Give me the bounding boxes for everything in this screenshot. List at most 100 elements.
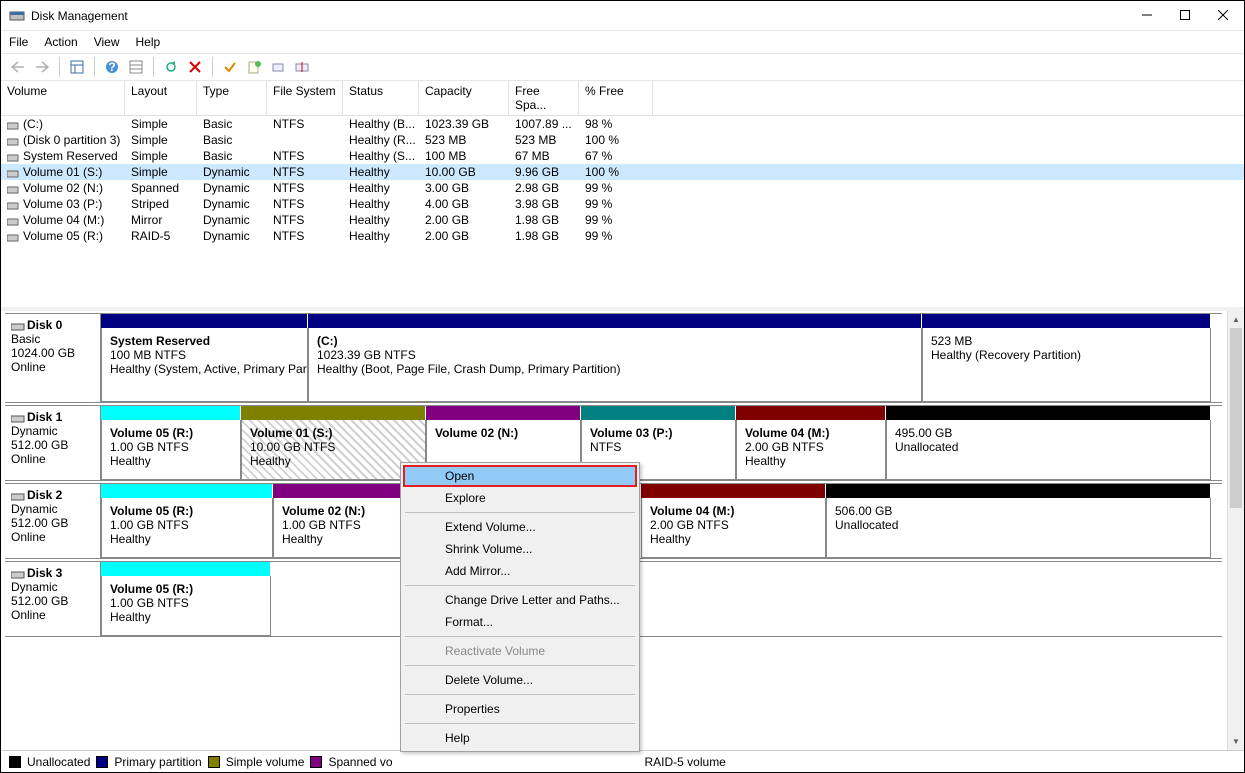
minimize-button[interactable]: [1142, 9, 1152, 23]
volume-row[interactable]: Volume 04 (M:)MirrorDynamicNTFSHealthy2.…: [1, 212, 1244, 228]
partition-box[interactable]: System Reserved100 MB NTFSHealthy (Syste…: [101, 328, 308, 402]
disk-partitions: Volume 05 (R:)1.00 GB NTFSHealthy: [101, 562, 1222, 636]
menu-item-explore[interactable]: Explore: [403, 487, 637, 509]
maximize-button[interactable]: [1180, 9, 1190, 23]
cell-fs: NTFS: [267, 148, 343, 164]
partition-box[interactable]: 506.00 GBUnallocated: [826, 498, 1211, 558]
volume-rows: (C:)SimpleBasicNTFSHealthy (B...1023.39 …: [1, 116, 1244, 244]
cell-layout: Simple: [125, 164, 197, 180]
scroll-up-icon[interactable]: ▲: [1228, 311, 1244, 328]
part-size: 2.00 GB NTFS: [650, 518, 729, 532]
menu-item-help[interactable]: Help: [403, 727, 637, 749]
partition-box[interactable]: Volume 01 (S:)10.00 GB NTFSHealthy: [241, 420, 426, 480]
menu-item-shrink-volume[interactable]: Shrink Volume...: [403, 538, 637, 560]
show-hide-icon[interactable]: [68, 58, 86, 76]
scrollbar-vertical[interactable]: ▲ ▼: [1227, 311, 1244, 750]
disk-state: Online: [11, 530, 46, 544]
menu-item-properties[interactable]: Properties: [403, 698, 637, 720]
disk-label-box[interactable]: Disk 3Dynamic512.00 GBOnline: [5, 562, 101, 636]
menu-view[interactable]: View: [94, 35, 120, 49]
part-size: 1023.39 GB NTFS: [317, 348, 416, 362]
legend-label: Primary partition: [114, 755, 201, 769]
cell-fs: NTFS: [267, 164, 343, 180]
disk-label-box[interactable]: Disk 1Dynamic512.00 GBOnline: [5, 406, 101, 480]
disk-partitions: Volume 05 (R:)1.00 GB NTFSHealthy Volume …: [101, 484, 1222, 558]
part-status: Unallocated: [835, 518, 898, 532]
strip-segment: [826, 484, 1211, 498]
attach-icon[interactable]: [269, 58, 287, 76]
menu-item-add-mirror[interactable]: Add Mirror...: [403, 560, 637, 582]
volume-row[interactable]: Volume 01 (S:)SimpleDynamicNTFSHealthy10…: [1, 164, 1244, 180]
cell-pct: 67 %: [579, 148, 653, 164]
disk-partitions: Volume 05 (R:)1.00 GB NTFSHealthyVolume …: [101, 406, 1222, 480]
menu-help[interactable]: Help: [136, 35, 161, 49]
menu-item-extend-volume[interactable]: Extend Volume...: [403, 516, 637, 538]
cell-layout: Spanned: [125, 180, 197, 196]
partition-box[interactable]: (C:)1023.39 GB NTFSHealthy (Boot, Page F…: [308, 328, 922, 402]
disk-icon: [11, 491, 25, 501]
col-header-volume[interactable]: Volume: [1, 81, 125, 115]
partition-box[interactable]: 523 MBHealthy (Recovery Partition): [922, 328, 1211, 402]
cell-fs: NTFS: [267, 180, 343, 196]
volume-icon: [7, 216, 19, 226]
close-button[interactable]: [1218, 9, 1228, 23]
menu-item-open[interactable]: Open: [403, 465, 637, 487]
col-header-type[interactable]: Type: [197, 81, 267, 115]
refresh-icon[interactable]: [162, 58, 180, 76]
scroll-thumb[interactable]: [1230, 328, 1242, 508]
disk-label-box[interactable]: Disk 0Basic1024.00 GBOnline: [5, 314, 101, 402]
legend-label: Unallocated: [27, 755, 90, 769]
partition-box[interactable]: 495.00 GBUnallocated: [886, 420, 1211, 480]
disk-partitions: System Reserved100 MB NTFSHealthy (Syste…: [101, 314, 1222, 402]
partition-box[interactable]: Volume 04 (M:)2.00 GB NTFSHealthy: [641, 498, 826, 558]
new-icon[interactable]: [245, 58, 263, 76]
col-header-layout[interactable]: Layout: [125, 81, 197, 115]
strip-segment: [426, 406, 581, 420]
cell-free: 9.96 GB: [509, 164, 579, 180]
col-header-free[interactable]: Free Spa...: [509, 81, 579, 115]
volume-row[interactable]: (Disk 0 partition 3)SimpleBasicHealthy (…: [1, 132, 1244, 148]
menu-item-format[interactable]: Format...: [403, 611, 637, 633]
partition-box[interactable]: Volume 05 (R:)1.00 GB NTFSHealthy: [101, 576, 271, 636]
menu-item-delete-volume[interactable]: Delete Volume...: [403, 669, 637, 691]
help-icon[interactable]: ?: [103, 58, 121, 76]
volume-row[interactable]: Volume 05 (R:)RAID-5DynamicNTFSHealthy2.…: [1, 228, 1244, 244]
volume-row[interactable]: Volume 03 (P:)StripedDynamicNTFSHealthy4…: [1, 196, 1244, 212]
disk-size: 512.00 GB: [11, 438, 68, 452]
scroll-down-icon[interactable]: ▼: [1228, 733, 1244, 750]
back-icon[interactable]: [9, 58, 27, 76]
detach-icon[interactable]: [293, 58, 311, 76]
check-icon[interactable]: [221, 58, 239, 76]
cell-fs: NTFS: [267, 228, 343, 244]
disk-icon: [11, 569, 25, 579]
col-header-status[interactable]: Status: [343, 81, 419, 115]
disk-type: Dynamic: [11, 424, 58, 438]
delete-icon[interactable]: [186, 58, 204, 76]
partition-box[interactable]: Volume 05 (R:)1.00 GB NTFSHealthy: [101, 498, 273, 558]
col-header-capacity[interactable]: Capacity: [419, 81, 509, 115]
col-header-pct[interactable]: % Free: [579, 81, 653, 115]
cell-status: Healthy: [343, 228, 419, 244]
cell-name: (Disk 0 partition 3): [1, 132, 125, 148]
cell-free: 2.98 GB: [509, 180, 579, 196]
menu-action[interactable]: Action: [44, 35, 77, 49]
strip-segment: [101, 406, 241, 420]
cell-pct: 100 %: [579, 132, 653, 148]
volume-row[interactable]: Volume 02 (N:)SpannedDynamicNTFSHealthy3…: [1, 180, 1244, 196]
strip-segment: [101, 314, 308, 328]
part-status: Healthy: [110, 610, 151, 624]
settings-icon[interactable]: [127, 58, 145, 76]
disk-label-box[interactable]: Disk 2Dynamic512.00 GBOnline: [5, 484, 101, 558]
cell-status: Healthy: [343, 164, 419, 180]
volume-row[interactable]: System ReservedSimpleBasicNTFSHealthy (S…: [1, 148, 1244, 164]
partition-boxes: System Reserved100 MB NTFSHealthy (Syste…: [101, 328, 1222, 402]
menu-file[interactable]: File: [9, 35, 28, 49]
cell-status: Healthy: [343, 212, 419, 228]
menu-item-change-drive-letter-and-paths[interactable]: Change Drive Letter and Paths...: [403, 589, 637, 611]
col-header-fs[interactable]: File System: [267, 81, 343, 115]
partition-box[interactable]: Volume 05 (R:)1.00 GB NTFSHealthy: [101, 420, 241, 480]
forward-icon[interactable]: [33, 58, 51, 76]
partition-box[interactable]: Volume 04 (M:)2.00 GB NTFSHealthy: [736, 420, 886, 480]
volume-row[interactable]: (C:)SimpleBasicNTFSHealthy (B...1023.39 …: [1, 116, 1244, 132]
cell-fs: NTFS: [267, 196, 343, 212]
